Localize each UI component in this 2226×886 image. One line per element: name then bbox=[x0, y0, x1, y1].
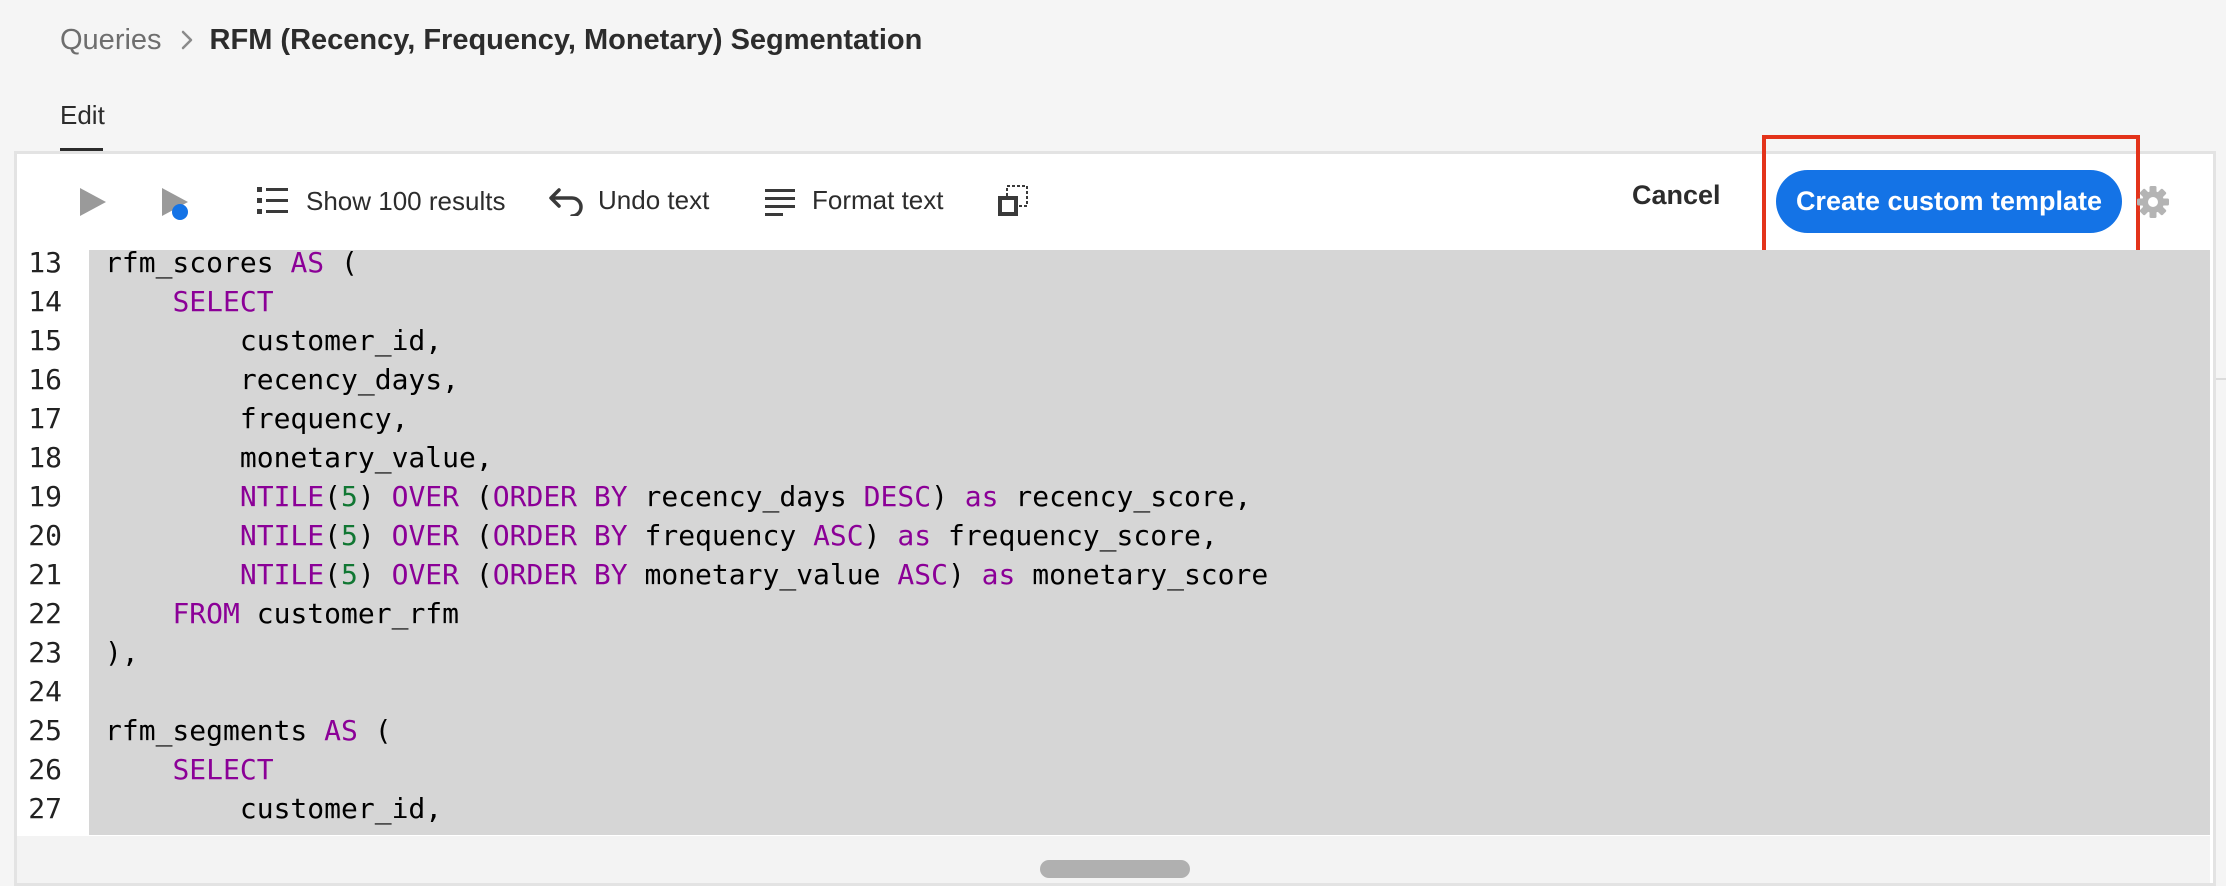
line-number: 21 bbox=[28, 558, 62, 591]
code-line: 20 NTILE(5) OVER (ORDER BY frequency ASC… bbox=[17, 516, 2210, 555]
line-number: 20 bbox=[28, 519, 62, 552]
code-line: 18 monetary_value, bbox=[17, 438, 2210, 477]
code-text: customer_id, bbox=[239, 324, 443, 357]
run-selection-button[interactable] bbox=[160, 186, 194, 222]
horizontal-scrollbar-thumb[interactable] bbox=[1040, 860, 1190, 878]
line-number: 27 bbox=[28, 792, 62, 825]
code-text: rfm_segments AS ( bbox=[105, 714, 392, 747]
show-results-label: Show 100 results bbox=[306, 185, 506, 216]
code-text: NTILE(5) OVER (ORDER BY recency_days DES… bbox=[239, 480, 1252, 513]
line-number: 14 bbox=[28, 285, 62, 318]
line-number: 19 bbox=[28, 480, 62, 513]
code-line: 15 customer_id, bbox=[17, 321, 2210, 360]
gear-icon bbox=[2136, 186, 2170, 223]
page-title: RFM (Recency, Frequency, Monetary) Segme… bbox=[209, 23, 923, 56]
play-icon bbox=[78, 186, 108, 218]
create-custom-template-button[interactable]: Create custom template bbox=[1776, 170, 2122, 233]
code-text: FROM customer_rfm bbox=[172, 597, 460, 630]
code-line: 27 customer_id, bbox=[17, 789, 2210, 828]
code-text: NTILE(5) OVER (ORDER BY frequency ASC) a… bbox=[239, 519, 1218, 552]
code-text: frequency, bbox=[239, 402, 409, 435]
chevron-right-icon bbox=[180, 29, 194, 51]
code-line: 14 SELECT bbox=[17, 282, 2210, 321]
line-number: 25 bbox=[28, 714, 62, 747]
code-text: SELECT bbox=[172, 753, 274, 786]
code-line: 22 FROM customer_rfm bbox=[17, 594, 2210, 633]
code-line: 21 NTILE(5) OVER (ORDER BY monetary_valu… bbox=[17, 555, 2210, 594]
code-text: monetary_value, bbox=[239, 441, 493, 474]
format-text-label: Format text bbox=[812, 185, 944, 215]
code-line: 17 frequency, bbox=[17, 399, 2210, 438]
copy-icon bbox=[996, 184, 1030, 218]
code-line: 23), bbox=[17, 633, 2210, 672]
code-text: SELECT bbox=[172, 285, 274, 318]
settings-button[interactable] bbox=[2136, 185, 2170, 224]
format-text-button[interactable]: Format text bbox=[764, 185, 943, 216]
line-number: 24 bbox=[28, 675, 62, 708]
code-line: 16 recency_days, bbox=[17, 360, 2210, 399]
line-number: 18 bbox=[28, 441, 62, 474]
list-icon bbox=[256, 185, 290, 217]
copy-button[interactable] bbox=[996, 184, 1030, 218]
code-text: NTILE(5) OVER (ORDER BY monetary_value A… bbox=[239, 558, 1269, 591]
tab-edit[interactable]: Edit bbox=[60, 100, 105, 131]
run-query-button[interactable] bbox=[78, 186, 108, 218]
code-line: 26 SELECT bbox=[17, 750, 2210, 789]
line-number: 23 bbox=[28, 636, 62, 669]
line-number: 16 bbox=[28, 363, 62, 396]
code-text: ), bbox=[105, 636, 139, 669]
code-line: 19 NTILE(5) OVER (ORDER BY recency_days … bbox=[17, 477, 2210, 516]
run-selection-icon bbox=[160, 186, 194, 222]
code-line: 13 rfm_scores AS ( bbox=[17, 250, 2210, 282]
line-number: 13 bbox=[28, 250, 62, 279]
breadcrumb-queries-link[interactable]: Queries bbox=[60, 24, 162, 57]
undo-text-label: Undo text bbox=[598, 185, 710, 215]
line-number: 15 bbox=[28, 324, 62, 357]
code-text: rfm_scores AS ( bbox=[105, 250, 358, 279]
line-number: 22 bbox=[28, 597, 62, 630]
sql-code-editor[interactable]: 13 rfm_scores AS (14 SELECT 15 customer_id… bbox=[17, 250, 2210, 835]
code-text: recency_days, bbox=[239, 363, 460, 396]
breadcrumb: Queries RFM (Recency, Frequency, Monetar… bbox=[60, 18, 922, 62]
undo-text-button[interactable]: Undo text bbox=[548, 185, 709, 216]
line-number: 26 bbox=[28, 753, 62, 786]
format-icon bbox=[764, 186, 796, 216]
line-number: 17 bbox=[28, 402, 62, 435]
undo-icon bbox=[548, 186, 584, 216]
panel-divider bbox=[2216, 378, 2226, 380]
code-line: 25 rfm_segments AS ( bbox=[17, 711, 2210, 750]
code-line: 24 bbox=[17, 672, 2210, 711]
show-results-button[interactable]: Show 100 results bbox=[256, 185, 505, 217]
cancel-button[interactable]: Cancel bbox=[1632, 180, 1721, 211]
code-text: customer_id, bbox=[239, 792, 443, 825]
